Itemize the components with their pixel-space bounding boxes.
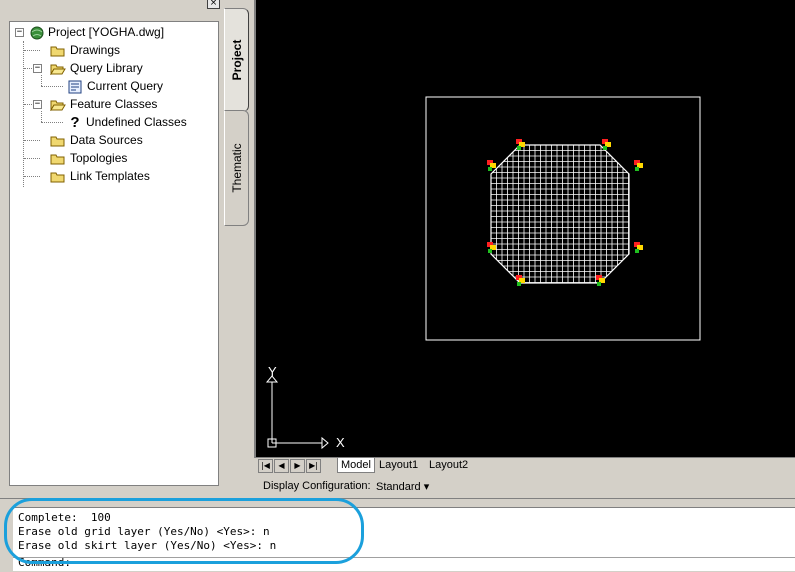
panel-title-strip <box>0 0 222 8</box>
display-config-label: Display Configuration: <box>263 480 371 492</box>
tree-item-project[interactable]: Project [YOGHA.dwg] <box>30 23 164 41</box>
command-line: Erase old grid layer (Yes/No) <Yes>: n <box>18 525 270 538</box>
folder-icon <box>50 46 65 57</box>
tree-connector <box>41 111 42 122</box>
drawing-canvas[interactable]: Y X <box>254 0 795 458</box>
command-prompt-label: Command: <box>18 556 71 569</box>
question-icon: ? <box>70 113 80 131</box>
layout-tab-bar: |◀ ◀ ▶ ▶| Model Layout1 Layout2 <box>256 457 795 474</box>
axis-x-label: X <box>336 435 345 450</box>
collapse-icon[interactable]: − <box>15 28 24 37</box>
tab-model[interactable]: Model <box>337 458 375 473</box>
project-tree: − − − Project [YOGHA.dwg] Drawings Query… <box>9 21 219 486</box>
tree-item-label: Query Library <box>70 61 143 75</box>
tree-item-link-templates[interactable]: Link Templates <box>50 167 150 185</box>
first-layout-button[interactable]: |◀ <box>258 459 273 473</box>
tree-connector <box>24 176 40 177</box>
tree-connector <box>24 158 40 159</box>
command-line: Complete: 100 <box>18 511 111 524</box>
tree-item-label: Feature Classes <box>70 97 158 111</box>
command-window: Complete: 100 Erase old grid layer (Yes/… <box>0 498 795 572</box>
grid-lines <box>491 145 629 283</box>
tree-connector <box>41 122 63 123</box>
collapse-icon[interactable]: − <box>33 64 42 73</box>
tree-item-undefined-classes[interactable]: ? Undefined Classes <box>68 113 187 131</box>
command-input[interactable]: Command: <box>13 556 795 571</box>
tree-item-data-sources[interactable]: Data Sources <box>50 131 143 149</box>
octagon-outline <box>490 144 630 284</box>
octagon-grid[interactable] <box>490 144 630 284</box>
collapse-icon[interactable]: − <box>33 100 42 109</box>
display-config-bar: Display Configuration: Standard ▾ <box>256 474 795 498</box>
folder-icon <box>50 136 65 147</box>
tree-item-topologies[interactable]: Topologies <box>50 149 127 167</box>
skirt-marker <box>602 139 611 150</box>
ucs-axis-icon <box>265 375 329 450</box>
tab-thematic-label: Thematic <box>229 143 244 193</box>
folder-icon <box>50 172 65 183</box>
tree-item-current-query[interactable]: Current Query <box>68 77 163 95</box>
tree-item-label: Undefined Classes <box>86 115 187 129</box>
tree-connector <box>41 86 63 87</box>
globe-icon <box>30 26 44 40</box>
tab-layout2[interactable]: Layout2 <box>426 458 471 472</box>
drawing-boundary <box>425 96 701 341</box>
drawing-svg[interactable]: Y X <box>256 0 795 458</box>
tab-project-label: Project <box>229 39 244 81</box>
tree-item-label: Project [YOGHA.dwg] <box>48 25 165 39</box>
tree-item-query-library[interactable]: Query Library <box>50 59 143 77</box>
skirt-marker <box>487 160 496 171</box>
tab-thematic[interactable]: Thematic <box>224 110 249 226</box>
folder-open-icon <box>50 64 66 75</box>
folder-icon <box>50 154 65 165</box>
tree-item-drawings[interactable]: Drawings <box>50 41 120 59</box>
last-layout-button[interactable]: ▶| <box>306 459 321 473</box>
tree-item-label: Link Templates <box>70 169 150 183</box>
display-config-dropdown[interactable]: Standard ▾ <box>376 480 429 493</box>
command-history: Complete: 100 Erase old grid layer (Yes/… <box>13 507 795 558</box>
query-icon <box>68 80 82 94</box>
close-icon[interactable]: × <box>207 0 220 9</box>
tree-connector <box>41 75 42 86</box>
tree-connector <box>23 41 24 187</box>
next-layout-button[interactable]: ▶ <box>290 459 305 473</box>
tab-project[interactable]: Project <box>224 8 249 112</box>
tree-item-label: Topologies <box>70 151 128 165</box>
axis-y-label: Y <box>268 364 277 379</box>
tree-item-label: Data Sources <box>70 133 143 147</box>
tree-connector <box>24 140 40 141</box>
tree-item-label: Current Query <box>87 79 164 93</box>
skirt-marker <box>634 242 643 253</box>
skirt-marker <box>634 160 643 171</box>
tree-item-label: Drawings <box>70 43 121 57</box>
command-line: Erase old skirt layer (Yes/No) <Yes>: n <box>18 539 277 552</box>
tree-item-feature-classes[interactable]: Feature Classes <box>50 95 157 113</box>
prev-layout-button[interactable]: ◀ <box>274 459 289 473</box>
tree-connector <box>24 50 40 51</box>
folder-open-icon <box>50 100 66 111</box>
tab-layout1[interactable]: Layout1 <box>376 458 421 472</box>
